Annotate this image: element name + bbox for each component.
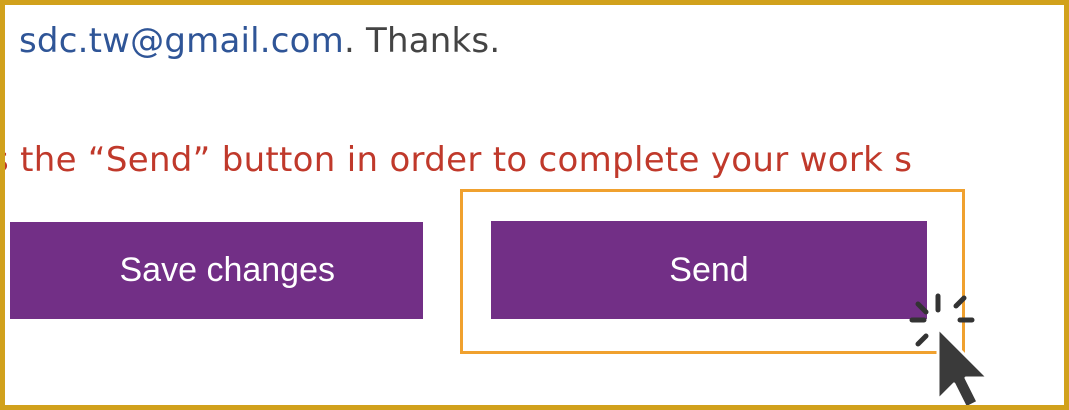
instruction-text: s the “Send” button in order to complete… bbox=[0, 140, 913, 180]
screenshot-frame: sdc.tw@gmail.com. Thanks. s the “Send” b… bbox=[0, 0, 1069, 410]
click-pointer-icon bbox=[909, 293, 990, 405]
contact-email-line: sdc.tw@gmail.com. Thanks. bbox=[19, 21, 500, 61]
save-changes-button[interactable]: Save changes bbox=[10, 222, 423, 319]
contact-email-link[interactable]: sdc.tw@gmail.com bbox=[19, 21, 344, 61]
thanks-text: . Thanks. bbox=[344, 21, 501, 61]
send-button[interactable]: Send bbox=[491, 221, 927, 319]
